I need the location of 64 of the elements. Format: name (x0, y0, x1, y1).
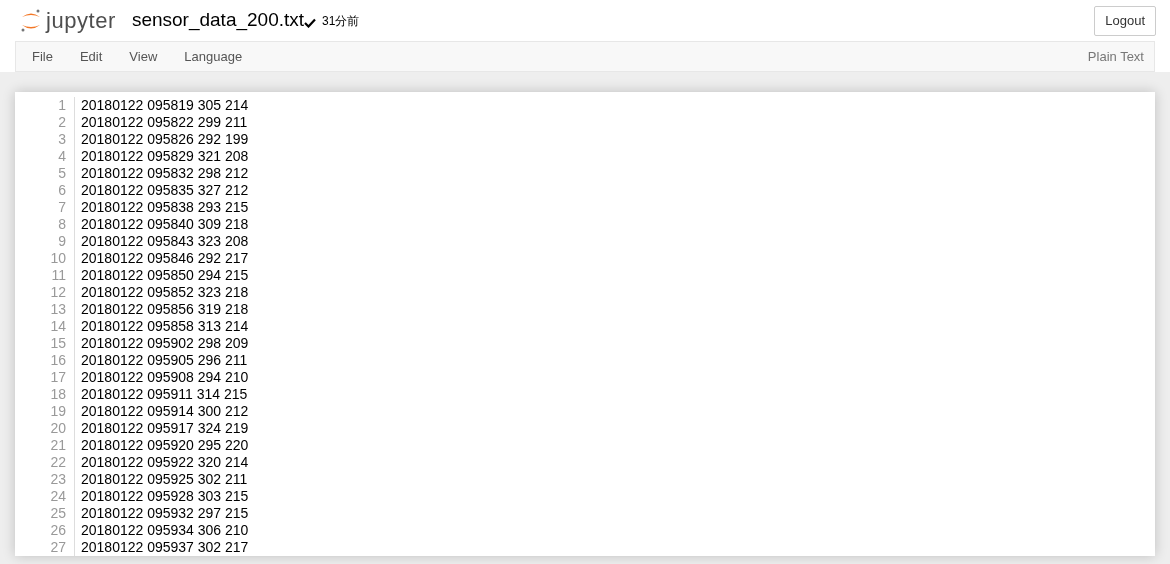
logo-icon (20, 7, 42, 34)
code-line: 20180122 095922 320 214 (81, 454, 249, 471)
logout-button[interactable]: Logout (1094, 5, 1156, 36)
line-number: 8 (57, 216, 67, 233)
code-line: 20180122 095852 323 218 (81, 284, 249, 301)
line-number: 14 (49, 318, 67, 335)
code-line: 20180122 095840 309 218 (81, 216, 249, 233)
code-line: 20180122 095925 302 211 (81, 471, 249, 488)
line-number: 25 (49, 505, 67, 522)
line-number: 23 (49, 471, 67, 488)
code-line: 20180122 095846 292 217 (81, 250, 249, 267)
line-number: 22 (49, 454, 67, 471)
menu-item[interactable]: Edit (79, 46, 103, 67)
line-number: 24 (49, 488, 67, 505)
code-line: 20180122 095835 327 212 (81, 182, 249, 199)
line-number: 3 (57, 131, 67, 148)
code-line: 20180122 095917 324 219 (81, 420, 249, 437)
line-number: 9 (57, 233, 67, 250)
line-number: 12 (49, 284, 67, 301)
menu-item[interactable]: Language (184, 46, 243, 67)
menu-item[interactable]: View (129, 46, 158, 67)
code-line: 20180122 095832 298 212 (81, 165, 249, 182)
line-number: 6 (57, 182, 67, 199)
code-line: 20180122 095928 303 215 (81, 488, 249, 505)
code-line: 20180122 095838 293 215 (81, 199, 249, 216)
code-line: 20180122 095914 300 212 (81, 403, 249, 420)
code-line: 20180122 095850 294 215 (81, 267, 249, 284)
language-mode[interactable]: Plain Text (1087, 46, 1144, 67)
code-line: 20180122 095856 319 218 (81, 301, 249, 318)
line-number: 13 (49, 301, 67, 318)
line-number: 7 (57, 199, 67, 216)
line-number: 18 (49, 386, 67, 403)
code-line: 20180122 095819 305 214 (81, 97, 249, 114)
code-line: 20180122 095822 299 211 (81, 114, 249, 131)
line-number: 26 (49, 522, 67, 539)
code-line: 20180122 095826 292 199 (81, 131, 249, 148)
code-line: 20180122 095920 295 220 (81, 437, 249, 454)
line-number: 20 (49, 420, 67, 437)
line-number: 15 (49, 335, 67, 352)
line-number: 21 (49, 437, 67, 454)
line-number: 5 (57, 165, 67, 182)
last-saved-time: 31分前 (322, 12, 360, 30)
code-line: 20180122 095905 296 211 (81, 352, 249, 369)
line-number: 11 (50, 267, 67, 284)
line-number: 10 (49, 250, 67, 267)
code-line: 20180122 095902 298 209 (81, 335, 249, 352)
code-line: 20180122 095932 297 215 (81, 505, 249, 522)
line-number: 1 (57, 97, 67, 114)
line-number: 17 (49, 369, 67, 386)
menu-item[interactable]: File (32, 46, 53, 67)
code-line: 20180122 095843 323 208 (81, 233, 249, 250)
code-line: 20180122 095858 313 214 (81, 318, 249, 335)
line-number: 19 (49, 403, 67, 420)
code-line: 20180122 095829 321 208 (81, 148, 249, 165)
code-line: 20180122 095937 302 217 (81, 539, 249, 556)
logo-text: jupyter (46, 7, 116, 35)
line-number: 16 (49, 352, 67, 369)
code-line: 20180122 095911 314 215 (81, 386, 249, 403)
line-number: 2 (57, 114, 67, 131)
line-number: 27 (49, 539, 67, 556)
code-line: 20180122 095908 294 210 (81, 369, 249, 386)
line-number: 4 (57, 148, 67, 165)
file-name[interactable]: sensor_data_200.txt (131, 6, 305, 35)
code-line: 20180122 095934 306 210 (81, 522, 249, 539)
